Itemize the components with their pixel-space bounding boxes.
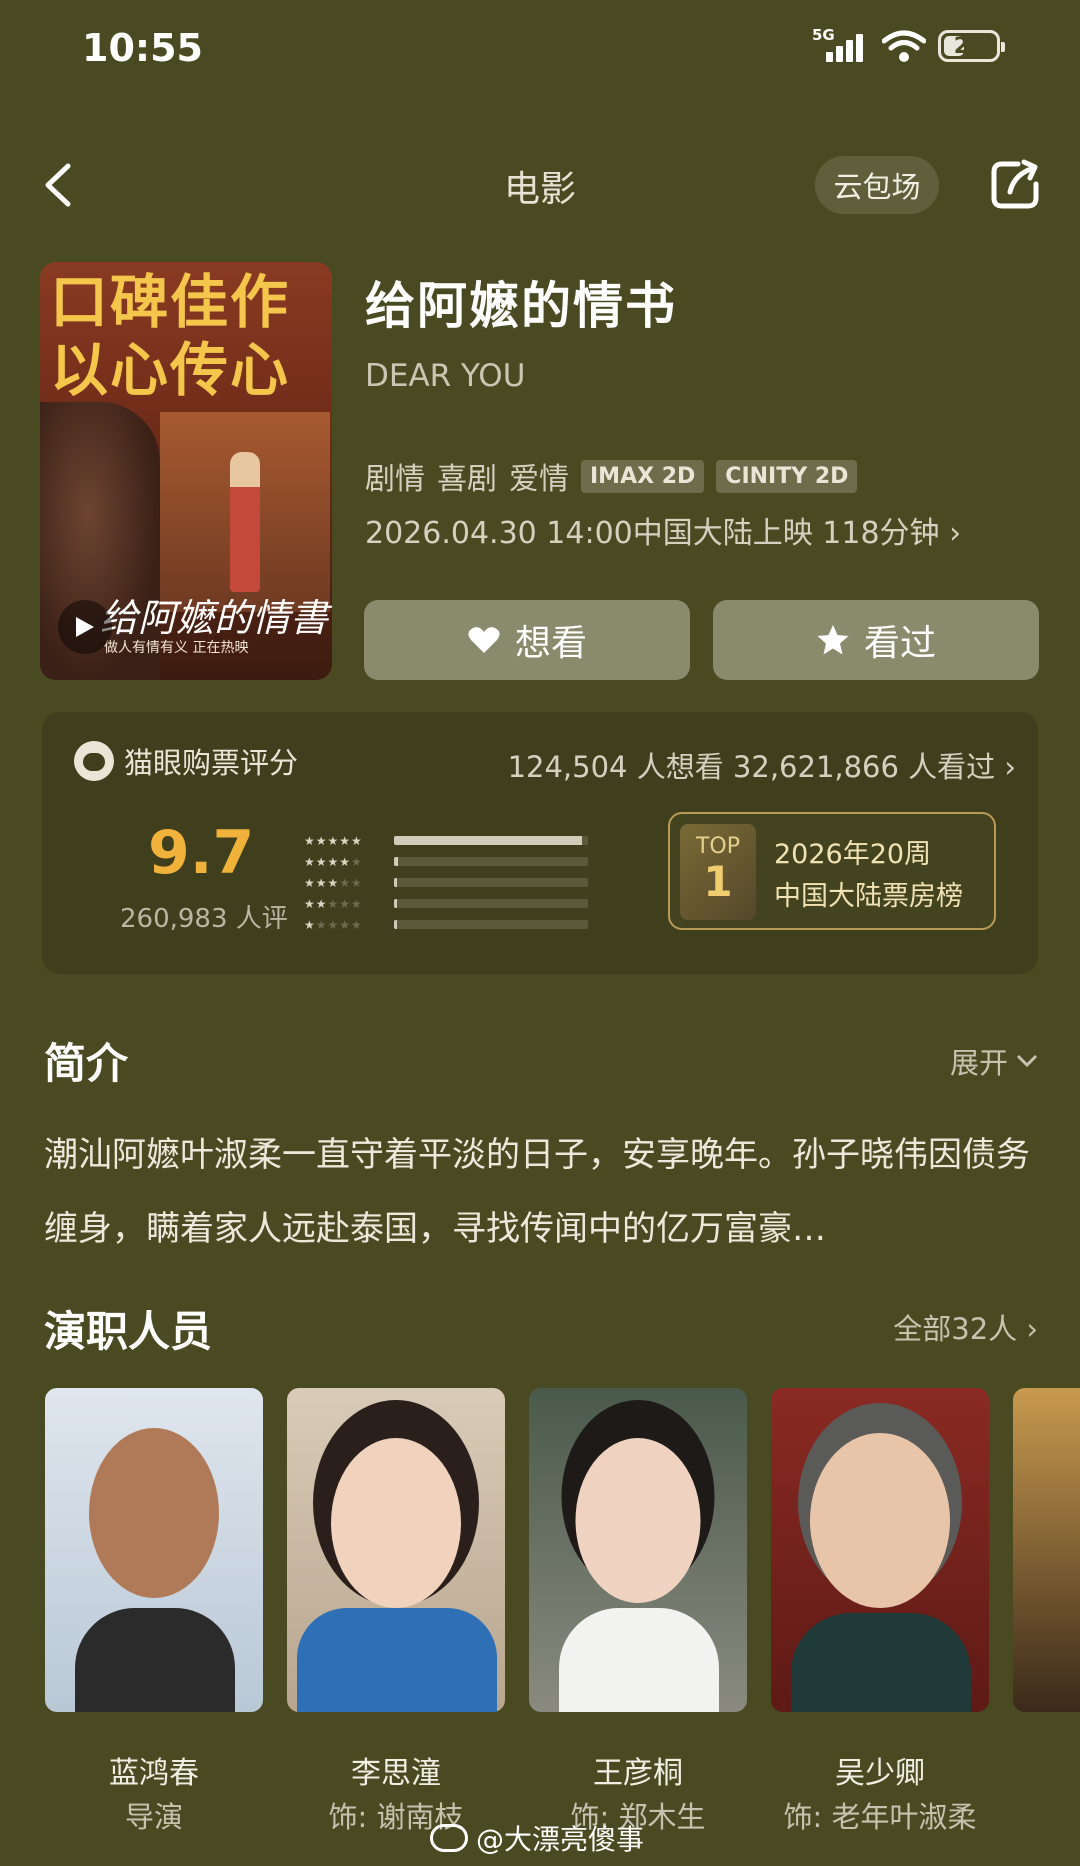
- release-info-link[interactable]: 2026.04.30 14:00中国大陆上映 118分钟 ›: [365, 508, 961, 552]
- rating-bar-fill: [394, 836, 583, 845]
- share-icon[interactable]: [988, 156, 1044, 212]
- cellular-signal-icon: 5G: [812, 26, 870, 66]
- weibo-watermark: @大漂亮傻事: [430, 1818, 644, 1858]
- rating-bar-2-star: ★★★★★: [304, 893, 594, 914]
- cast-name[interactable]: 王彦桐: [529, 1748, 747, 1792]
- play-trailer-button[interactable]: [58, 600, 112, 654]
- chevron-down-icon: [1016, 1054, 1038, 1068]
- rating-bar-4-star: ★★★★★: [304, 851, 594, 872]
- play-icon: [76, 617, 94, 637]
- wifi-icon: [882, 30, 926, 62]
- genre-list: 剧情 喜剧 爱情 IMAX 2D CINITY 2D: [365, 454, 858, 498]
- star-rating-icons: ★★★★★: [304, 875, 363, 890]
- genre-tag: 爱情: [509, 462, 569, 497]
- want-to-see-button[interactable]: 想看: [364, 600, 690, 680]
- intro-text: 潮汕阿嬷叶淑柔一直守着平淡的日子，安享晚年。孙子晓伟因债务缠身，瞒着家人远赴泰国…: [44, 1135, 1030, 1249]
- cast-photo[interactable]: [1013, 1388, 1080, 1712]
- cast-role: 导演: [124, 1800, 183, 1834]
- genre-tag: 剧情: [365, 462, 425, 497]
- rating-bar-fill: [394, 878, 397, 887]
- rank-description: 2026年20周 中国大陆票房榜: [774, 839, 963, 912]
- star-rating-icons: ★★★★★: [304, 917, 363, 932]
- movie-english-title: DEAR YOU: [365, 358, 526, 394]
- rating-bar-fill: [394, 920, 397, 929]
- seen-button[interactable]: 看过: [713, 600, 1039, 680]
- cast-photo[interactable]: [771, 1388, 989, 1712]
- cast-name[interactable]: 蓝鸿春: [45, 1748, 263, 1792]
- star-icon: [817, 625, 849, 655]
- expand-intro-button[interactable]: 展开: [950, 1040, 1038, 1082]
- poster-headline: 口碑佳作 以心传心: [50, 268, 291, 404]
- heart-icon: [468, 627, 500, 653]
- maoyan-cat-icon: [74, 741, 114, 781]
- star-rating-icons: ★★★★★: [304, 833, 363, 848]
- cast-name[interactable]: 吴少卿: [771, 1748, 989, 1792]
- cast-photo[interactable]: [287, 1388, 505, 1712]
- status-icons: 5G 29: [812, 26, 1005, 66]
- rating-count: 260,983 人评: [120, 904, 288, 934]
- audience-counts-link[interactable]: 124,504 人想看 32,621,866 人看过 ›: [508, 744, 1016, 786]
- rating-bar-fill: [394, 899, 397, 908]
- cast-photo[interactable]: [529, 1388, 747, 1712]
- cloud-booking-button[interactable]: 云包场: [815, 156, 939, 214]
- cast-name[interactable]: 李思潼: [287, 1748, 505, 1792]
- intro-heading: 简介: [44, 1039, 129, 1088]
- rating-bar-1-star: ★★★★★: [304, 914, 594, 935]
- battery-icon: 29: [938, 30, 1005, 62]
- rating-bar-5-star: ★★★★★: [304, 830, 594, 851]
- cast-heading: 演职人员: [44, 1307, 213, 1356]
- status-time: 10:55: [82, 26, 203, 70]
- poster-woman-figure: [230, 452, 260, 592]
- poster-title-script: 给阿嬷的情書: [100, 596, 329, 640]
- rating-bar-fill: [394, 857, 398, 866]
- star-rating-icons: ★★★★★: [304, 896, 363, 911]
- format-badge: CINITY 2D: [716, 459, 858, 493]
- top-rank-badge: TOP 1: [680, 824, 756, 920]
- genre-tag: 喜剧: [437, 462, 497, 497]
- cast-role: 饰: 老年叶淑柔: [783, 1800, 977, 1834]
- weibo-icon: [430, 1824, 468, 1852]
- rating-distribution: ★★★★★ ★★★★★ ★★★★★ ★★★★★ ★★★★★: [304, 830, 594, 935]
- movie-poster[interactable]: 口碑佳作 以心传心 给阿嬷的情書 做人有情有义 正在热映: [40, 262, 332, 680]
- all-cast-link[interactable]: 全部32人 ›: [893, 1306, 1038, 1348]
- cast-photo[interactable]: [45, 1388, 263, 1712]
- movie-title: 给阿嬷的情书: [365, 277, 677, 335]
- rating-score: 9.7: [148, 818, 255, 888]
- box-office-rank-badge[interactable]: TOP 1 2026年20周 中国大陆票房榜: [668, 812, 996, 930]
- star-rating-icons: ★★★★★: [304, 854, 363, 869]
- format-badge: IMAX 2D: [581, 459, 705, 493]
- poster-tagline: 做人有情有义 正在热映: [104, 640, 249, 656]
- rating-source: 猫眼购票评分: [74, 740, 298, 782]
- rating-bar-3-star: ★★★★★: [304, 872, 594, 893]
